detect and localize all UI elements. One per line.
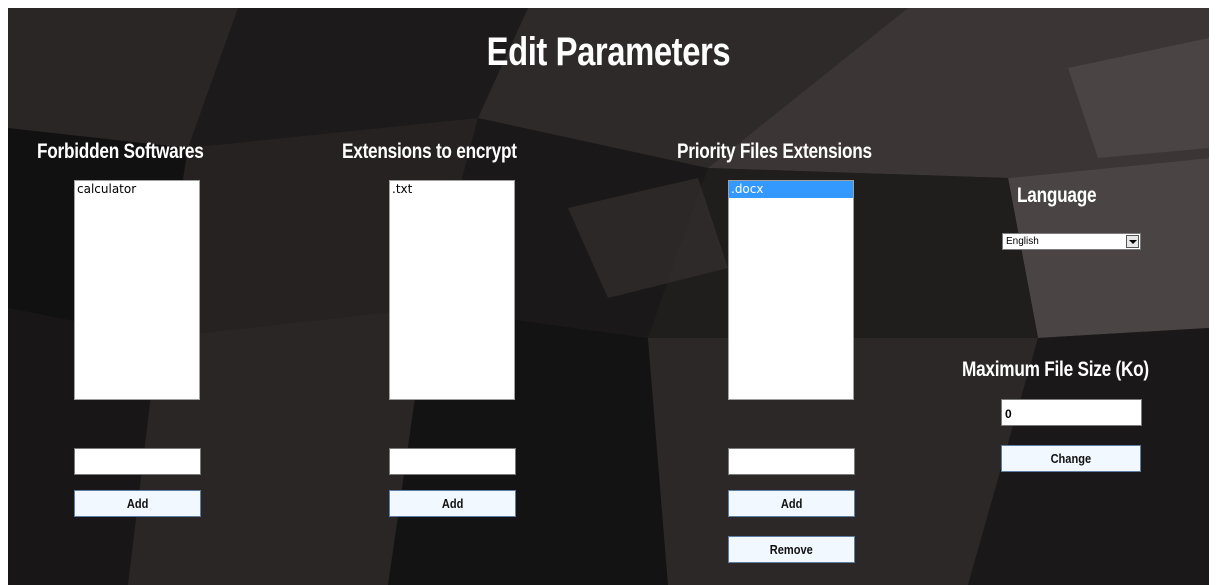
priority-files-heading: Priority Files Extensions (677, 140, 872, 163)
button-label: Add (441, 496, 464, 511)
button-label: Change (1050, 451, 1092, 466)
list-item[interactable]: calculator (75, 181, 199, 198)
remove-priority-extension-button[interactable]: Remove (728, 536, 855, 563)
forbidden-softwares-list[interactable]: calculator (74, 180, 200, 400)
forbidden-software-input[interactable] (74, 448, 201, 475)
forbidden-softwares-heading: Forbidden Softwares (37, 140, 204, 163)
list-item[interactable]: .txt (390, 181, 514, 198)
priority-extension-input[interactable] (728, 448, 855, 475)
button-label: Remove (769, 542, 813, 557)
extensions-to-encrypt-list[interactable]: .txt (389, 180, 515, 400)
language-select[interactable]: English (1002, 233, 1141, 250)
button-label: Add (126, 496, 149, 511)
add-extension-button[interactable]: Add (389, 490, 516, 517)
page-title: Edit Parameters (486, 30, 731, 74)
extensions-to-encrypt-heading: Extensions to encrypt (342, 140, 517, 163)
chevron-down-icon[interactable] (1126, 235, 1139, 248)
priority-files-list[interactable]: .docx (728, 180, 854, 400)
extension-to-encrypt-input[interactable] (389, 448, 516, 475)
list-item-selected[interactable]: .docx (729, 181, 853, 198)
button-label: Add (780, 496, 803, 511)
language-heading: Language (1017, 184, 1097, 207)
language-selected-value: English (1006, 236, 1039, 247)
max-file-size-heading: Maximum File Size (Ko) (962, 358, 1149, 381)
edit-parameters-window: Edit Parameters Forbidden Softwares calc… (8, 8, 1209, 585)
add-priority-extension-button[interactable]: Add (728, 490, 855, 517)
change-max-file-size-button[interactable]: Change (1001, 445, 1141, 472)
max-file-size-input[interactable]: 0 (1001, 399, 1142, 426)
add-forbidden-software-button[interactable]: Add (74, 490, 201, 517)
